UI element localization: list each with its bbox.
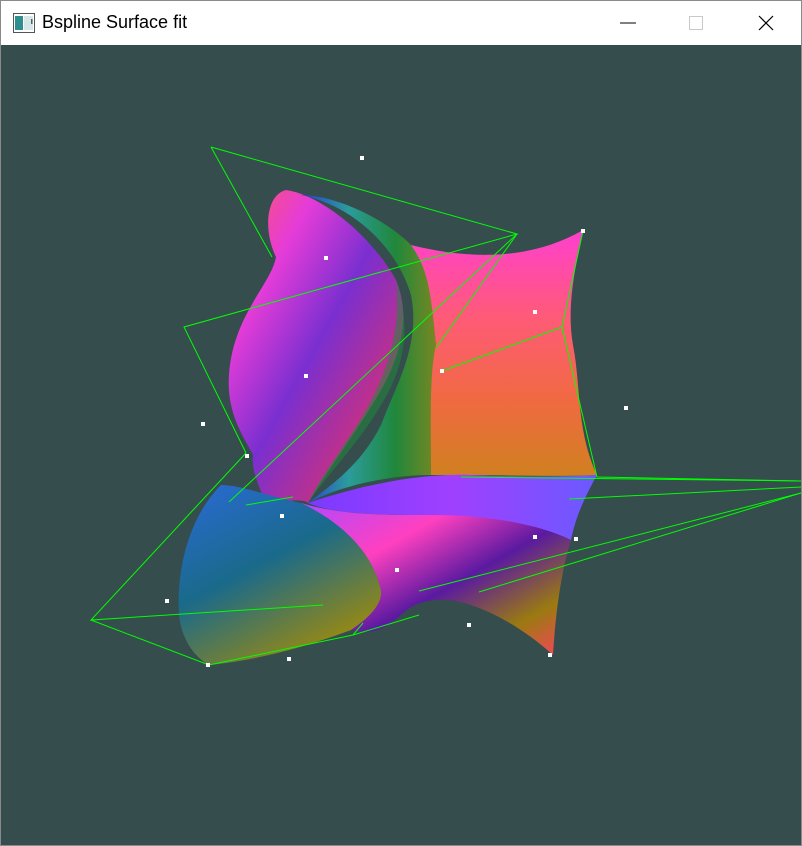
sample-point xyxy=(574,537,578,541)
application-window: Bspline Surface fit xyxy=(0,0,802,846)
sample-point xyxy=(624,406,628,410)
sample-point xyxy=(324,256,328,260)
window-title: Bspline Surface fit xyxy=(42,12,188,32)
app-window-icon xyxy=(13,13,35,33)
sample-point xyxy=(395,568,399,572)
sample-point xyxy=(581,229,585,233)
sample-point xyxy=(467,623,471,627)
sample-point xyxy=(206,663,210,667)
sample-point xyxy=(165,599,169,603)
sample-point xyxy=(360,156,364,160)
sample-point xyxy=(440,369,444,373)
sample-point xyxy=(245,454,249,458)
sample-point xyxy=(533,310,537,314)
close-button[interactable] xyxy=(732,1,800,45)
minimize-button[interactable] xyxy=(594,1,662,45)
maximize-icon xyxy=(687,14,705,32)
sample-point xyxy=(533,535,537,539)
surface-scene xyxy=(1,45,801,845)
sample-point xyxy=(280,514,284,518)
sample-point xyxy=(304,374,308,378)
sample-point xyxy=(201,422,205,426)
sample-point xyxy=(548,653,552,657)
sample-point xyxy=(287,657,291,661)
render-viewport[interactable] xyxy=(1,45,801,845)
minimize-icon xyxy=(619,14,637,32)
close-icon xyxy=(757,14,775,32)
title-bar[interactable]: Bspline Surface fit xyxy=(1,1,801,45)
surface-patch-right xyxy=(411,230,597,476)
maximize-button[interactable] xyxy=(662,1,730,45)
